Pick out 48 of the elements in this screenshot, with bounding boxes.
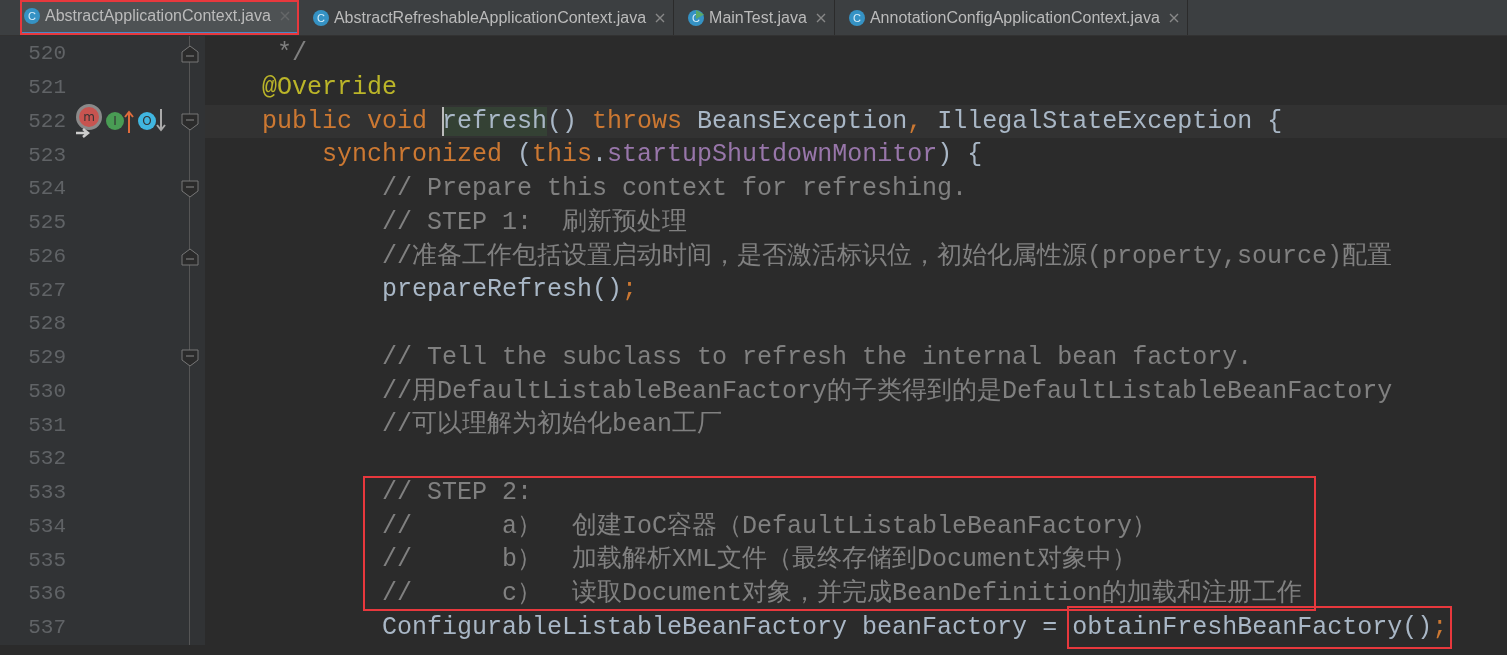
class-icon: C (848, 9, 865, 26)
code-comment: // a） 创建IoC容器（DefaultListableBeanFactory） (382, 511, 1158, 541)
code-text: refresh (442, 106, 548, 136)
fold-icon[interactable] (180, 179, 200, 199)
code-text: public void (262, 106, 429, 136)
code-text: IllegalStateException { (936, 106, 1283, 136)
code-text: ( (516, 140, 533, 170)
tab-label: AbstractApplicationContext.java (45, 7, 271, 25)
file-tab[interactable]: C AnnotationConfigApplicationContext.java (844, 0, 1188, 35)
close-icon[interactable] (1168, 12, 1179, 23)
fold-icon[interactable] (180, 44, 200, 64)
tab-label: AnnotationConfigApplicationContext.java (869, 8, 1160, 27)
code-text: ; (622, 275, 638, 305)
code-text: this (532, 140, 593, 170)
code-comment: // b） 加载解析XML文件（最终存储到Document对象中） (382, 545, 1138, 575)
class-icon: C (312, 9, 329, 26)
class-icon: C (24, 8, 40, 24)
tab-label: MainTest.java (709, 8, 807, 27)
code-text: , (907, 106, 923, 136)
fold-icon[interactable] (180, 111, 200, 132)
code-text: obtainFreshBeanFactory() (1072, 612, 1433, 642)
close-icon[interactable] (815, 12, 826, 23)
fold-icon[interactable] (180, 246, 200, 267)
close-icon[interactable] (655, 12, 666, 23)
code-text: . (592, 140, 608, 170)
code-comment: //用DefaultListableBeanFactory的子类得到的是DefaultListableBeanFactory (381, 376, 1393, 406)
code-comment: //可以理解为初始化bean工厂 (381, 410, 723, 440)
code-comment: // STEP 1: 刷新预处理 (381, 207, 688, 237)
code-comment: // Tell the subclass to refresh the internal bean factory. (381, 342, 1253, 372)
code-comment: */ (276, 39, 307, 68)
code-text: () (547, 106, 579, 136)
fold-icon[interactable] (180, 347, 200, 368)
code-text: @Override (262, 72, 398, 102)
code-comment: // Prepare this context for refreshing. (381, 174, 968, 203)
code-text: ; (1432, 612, 1448, 642)
code-comment: //准备工作包括设置启动时间，是否激活标识位，初始化属性源(property,source)配置 (381, 241, 1393, 271)
code-text: startupShutdownMonitor (607, 140, 938, 170)
code-text: prepareRefresh() (381, 275, 623, 305)
tab-label: AbstractRefreshableApplicationContext.java (333, 8, 647, 27)
code-comment: // STEP 2: (382, 477, 533, 507)
code-comment: // c） 读取Document对象，并完成BeanDefinition的加载和注册工作 (382, 579, 1303, 608)
file-tab[interactable]: C AbstractApplicationContext.java (20, 0, 299, 35)
code-text: throws (592, 106, 683, 136)
code-text: synchronized (321, 140, 503, 170)
code-text: ) { (937, 140, 983, 170)
code-text: BeansException (696, 106, 908, 136)
file-tab[interactable]: C AbstractRefreshableApplicationContext.java (308, 0, 675, 35)
code-text: ConfigurableListableBeanFactory beanFactory = (381, 612, 1059, 642)
